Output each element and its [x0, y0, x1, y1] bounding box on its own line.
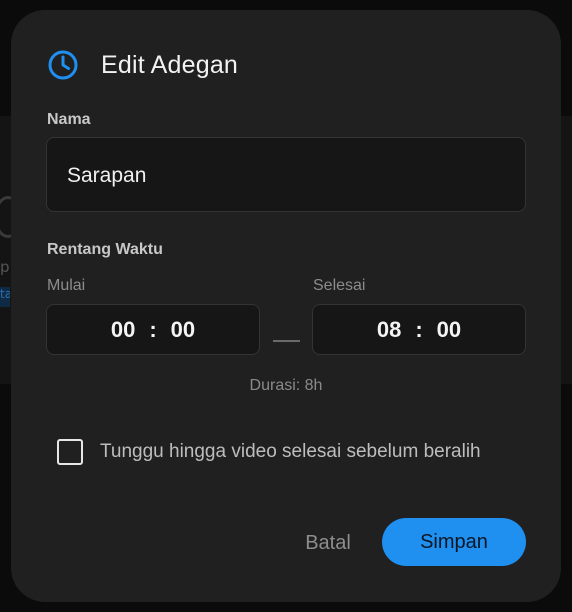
clock-icon [47, 49, 79, 81]
end-time-input[interactable]: 08 : 00 [312, 304, 526, 355]
wait-video-checkbox[interactable] [57, 439, 83, 465]
wait-video-label[interactable]: Tunggu hingga video selesai sebelum bera… [100, 441, 481, 463]
time-range-label: Rentang Waktu [47, 241, 163, 258]
name-label: Nama [47, 111, 91, 128]
cancel-button[interactable]: Batal [293, 519, 363, 567]
save-button[interactable]: Simpan [382, 518, 526, 566]
background-chip: ta [0, 287, 10, 307]
background-text: p [0, 258, 10, 276]
dialog-header: Edit Adegan [47, 48, 238, 82]
name-input-value: Sarapan [67, 164, 147, 187]
end-minutes[interactable]: 00 [437, 317, 461, 343]
start-time-input[interactable]: 00 : 00 [46, 304, 260, 355]
dialog-title: Edit Adegan [101, 50, 239, 79]
duration-text: Durasi: 8h [249, 377, 323, 394]
end-time-label: Selesai [313, 277, 366, 294]
time-separator: : [415, 316, 423, 342]
range-dash [273, 340, 300, 342]
end-hours[interactable]: 08 [377, 317, 401, 343]
edit-scene-dialog: Edit Adegan Nama Sarapan Rentang Waktu M… [11, 10, 561, 602]
start-minutes[interactable]: 00 [171, 317, 195, 343]
time-separator: : [149, 316, 157, 342]
start-time-label: Mulai [47, 277, 86, 294]
start-hours[interactable]: 00 [111, 317, 135, 343]
name-input[interactable]: Sarapan [46, 137, 526, 212]
